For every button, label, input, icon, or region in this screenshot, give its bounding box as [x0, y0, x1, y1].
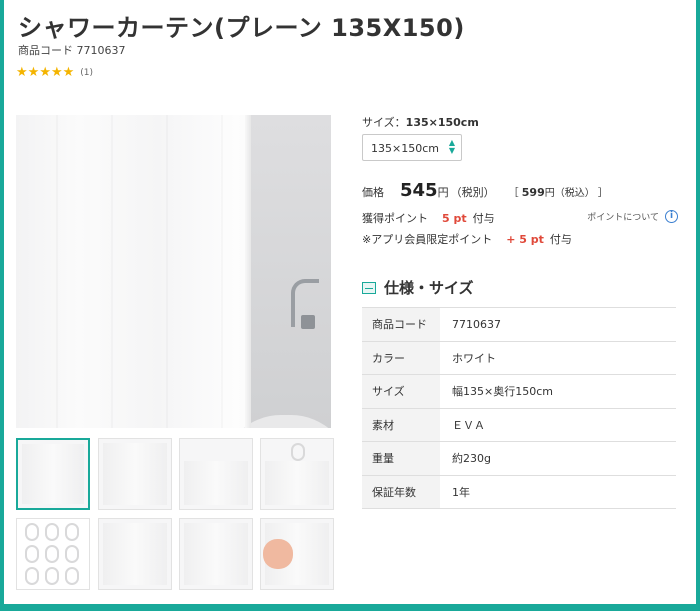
thumbnail-4[interactable]: [260, 438, 334, 510]
star-icon: ★: [27, 65, 40, 80]
star-icon: ★: [39, 65, 51, 80]
bottom-border: [0, 604, 700, 611]
table-row: 素材 ＥＶＡ: [362, 407, 676, 442]
star-icon: ★: [16, 65, 28, 80]
main-product-image[interactable]: [16, 115, 331, 428]
chevron-up-down-icon: ▲ ▼: [448, 138, 455, 155]
product-title: シャワーカーテン(プレーン 135X150): [18, 14, 465, 42]
points-row: 獲得ポイント 5 pt 付与: [362, 212, 495, 225]
thumbnail-3[interactable]: [179, 438, 253, 510]
product-page: シャワーカーテン(プレーン 135X150) 商品コード 7710637 ★ ★…: [4, 0, 696, 604]
spec-table-icon: [362, 281, 376, 294]
rating[interactable]: ★ ★ ★ ★ ★ (1): [16, 66, 93, 79]
product-code: 商品コード 7710637: [18, 44, 126, 57]
price-including-tax: ［ 599円（税込） ］: [508, 186, 608, 199]
price-value: 545: [400, 180, 438, 201]
star-icon: ★: [50, 65, 63, 80]
thumbnail-8[interactable]: [260, 518, 334, 590]
points-value: 5 pt: [442, 212, 467, 225]
app-points-value: + 5 pt: [506, 233, 544, 246]
size-label: サイズ：135×150cm: [362, 116, 479, 129]
info-icon[interactable]: i: [665, 210, 678, 223]
star-icon: ★: [62, 65, 75, 80]
price-row: 価格 545 円 （税別） ［ 599円（税込） ］: [362, 180, 608, 201]
review-count-link[interactable]: (1): [80, 68, 93, 78]
thumbnail-2[interactable]: [98, 438, 172, 510]
table-row: 商品コード 7710637: [362, 307, 676, 341]
thumbnail-6[interactable]: [98, 518, 172, 590]
table-row: 保証年数 1年: [362, 474, 676, 509]
table-row: カラー ホワイト: [362, 340, 676, 375]
app-points-row: ※アプリ会員限定ポイント + 5 pt 付与: [362, 233, 572, 246]
thumbnail-5[interactable]: [16, 518, 90, 590]
spec-table: 商品コード 7710637 カラー ホワイト サイズ 幅135×奥行150cm 素材 Ｅ…: [362, 307, 676, 509]
thumbnail-7[interactable]: [179, 518, 253, 590]
spec-heading: 仕様・サイズ: [362, 277, 474, 298]
points-about-link[interactable]: ポイントについて i: [587, 210, 678, 223]
size-select[interactable]: 135×150cm ▲ ▼: [362, 134, 462, 161]
table-row: 重量 約230g: [362, 441, 676, 475]
table-row: サイズ 幅135×奥行150cm: [362, 374, 676, 408]
thumbnail-1[interactable]: [16, 438, 90, 510]
